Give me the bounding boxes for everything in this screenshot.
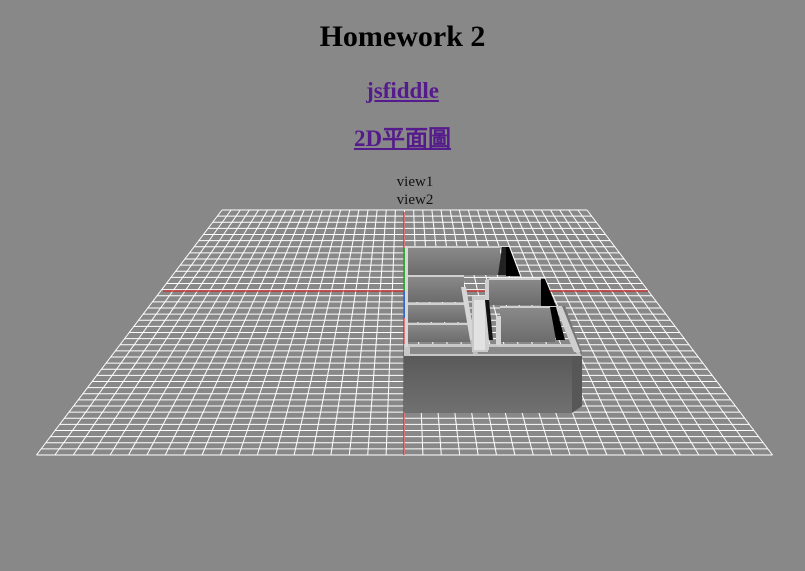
room-c-wall: [407, 324, 473, 342]
back-room-wall: [407, 247, 500, 275]
front-wall-end: [572, 356, 582, 413]
room-a-wall: [407, 276, 464, 302]
view1-button[interactable]: view1: [0, 174, 805, 191]
jsfiddle-link-row: jsfiddle: [0, 77, 805, 105]
corridor-floor-light: [474, 300, 486, 350]
floorplan-3d-model: [404, 246, 582, 413]
floorplan-2d-link-row: 2D平面圖: [0, 125, 805, 153]
room-e-left-wall: [496, 316, 501, 345]
room-e-wall: [500, 307, 555, 342]
page: Homework 2 jsfiddle 2D平面圖 view1 view2: [0, 0, 805, 571]
jsfiddle-link[interactable]: jsfiddle: [366, 78, 439, 103]
floorplan-2d-link[interactable]: 2D平面圖: [354, 126, 451, 151]
page-title: Homework 2: [319, 20, 486, 53]
left-inner-wall: [405, 247, 408, 347]
back-shadow-dark: [506, 247, 520, 276]
room-d-wall: [489, 279, 541, 305]
view2-button[interactable]: view2: [0, 192, 805, 209]
room-b-wall: [407, 304, 467, 322]
front-wall-inner: [410, 347, 577, 354]
front-wall: [404, 356, 572, 413]
